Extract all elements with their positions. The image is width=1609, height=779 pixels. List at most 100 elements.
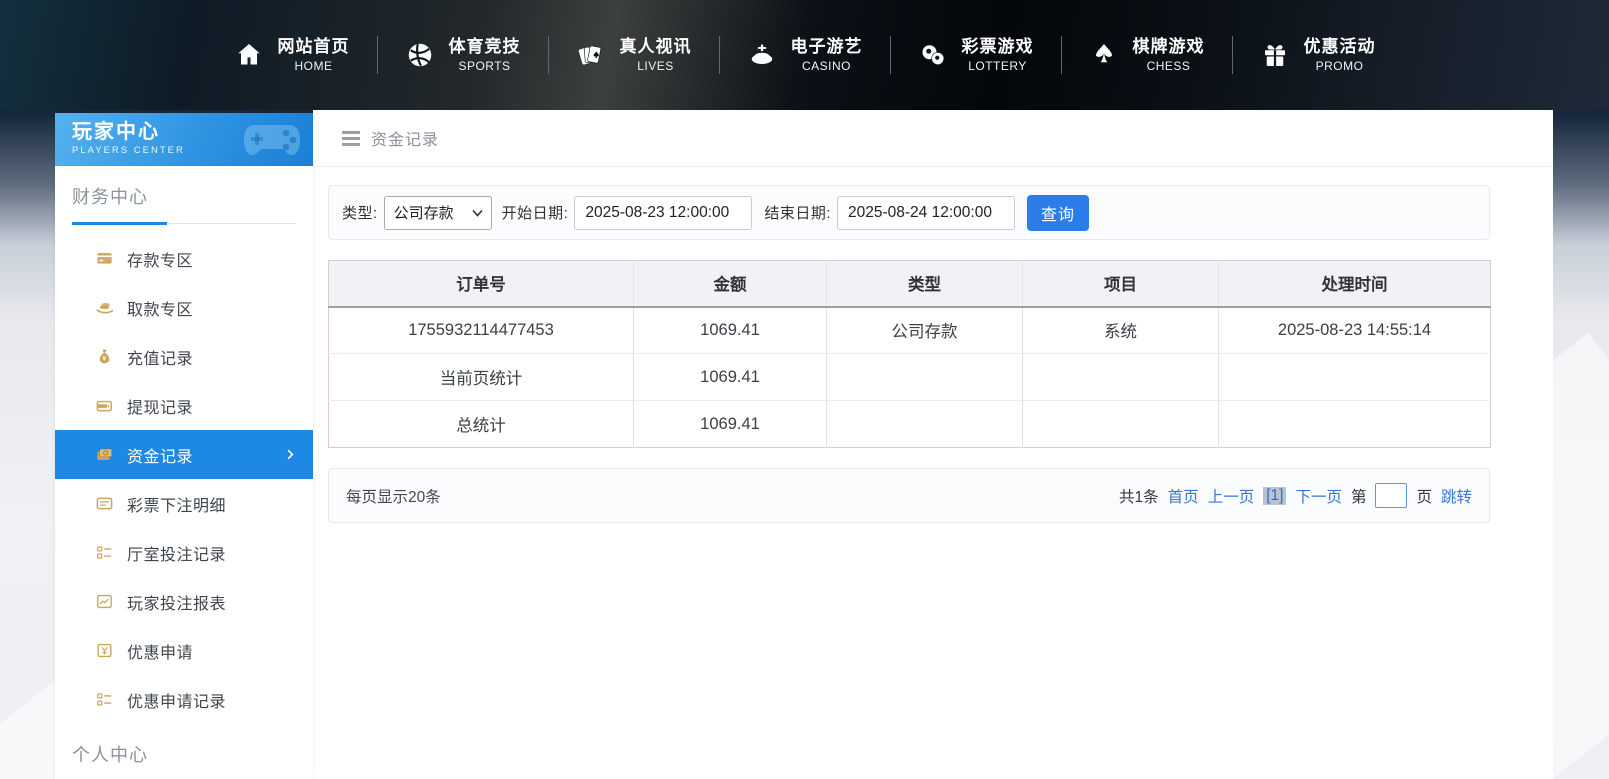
sidebar-item-promo-apply-records[interactable]: 优惠申请记录 [55,675,313,724]
main-nav: 网站首页 HOME 体育竞技 SPORTS 真人视讯 LIVES 电子游艺 CA… [207,36,1403,74]
home-icon [237,44,260,65]
nav-item-promo[interactable]: 优惠活动 PROMO [1233,36,1403,74]
lottery-balls-icon [922,45,944,65]
list-icon [97,693,112,706]
nav-item-sports[interactable]: 体育竞技 SPORTS [378,36,548,74]
type-select-value: 公司存款 [393,205,454,222]
cell-amount: 1069.41 [633,400,827,448]
nav-label-zh: 网站首页 [277,37,350,56]
cell-empty [1218,353,1491,401]
sidebar-section-personal: 个人中心 [72,745,148,765]
report-chart-icon [97,594,112,609]
sidebar-section-divider [72,221,296,225]
nav-label-zh: 彩票游戏 [961,37,1034,56]
sidebar-item-label: 取款专区 [127,301,194,319]
cell-project: 系统 [1022,306,1219,354]
svg-text:¥: ¥ [103,356,107,362]
wallet-icon [96,400,112,412]
ticket-icon [96,497,113,510]
sports-ball-icon [408,43,431,67]
main-panel: 资金记录 类型: 公司存款 开始日期: 结束日期: 查询 订单号 金 [313,110,1553,779]
col-order-no: 订单号 [328,260,634,308]
start-date-input[interactable] [574,195,753,230]
first-page-link[interactable]: 首页 [1168,485,1199,507]
table-row: 1755932114477453 1069.41 公司存款 系统 2025-08… [329,306,1491,354]
jump-link[interactable]: 跳转 [1441,485,1472,507]
sidebar-item-fund-records[interactable]: 资金记录 [55,430,313,479]
nav-label-zh: 电子游艺 [790,37,863,56]
sidebar-item-label: 彩票下注明细 [127,497,227,515]
nav-label-zh: 优惠活动 [1303,37,1376,56]
sidebar-item-player-bet-report[interactable]: 玩家投注报表 [55,577,313,626]
nav-label-zh: 体育竞技 [448,37,521,56]
sidebar: 玩家中心 PLAYERS CENTER 财务中心 存款专区 取款专区 ¥ 充值记… [55,113,313,779]
cell-empty [1022,400,1219,448]
next-page-link[interactable]: 下一页 [1295,485,1342,507]
chevron-right-icon [287,449,294,460]
type-select[interactable]: 公司存款 [383,195,492,230]
cell-amount: 1069.41 [633,306,827,354]
prev-page-link[interactable]: 上一页 [1208,485,1255,507]
start-date-label: 开始日期: [501,205,569,222]
sidebar-item-label: 玩家投注报表 [127,595,227,613]
sidebar-item-label: 优惠申请 [127,644,194,662]
col-process-time: 处理时间 [1218,260,1491,308]
cell-process-time: 2025-08-23 14:55:14 [1218,306,1491,354]
sidebar-item-lottery-bet-details[interactable]: 彩票下注明细 [55,479,313,528]
cell-label: 当前页统计 [328,353,634,401]
page-prefix: 第 [1350,488,1367,506]
cell-empty [826,400,1023,448]
nav-label-en: SPORTS [458,59,511,73]
total-count: 共1条 [1119,488,1159,506]
sidebar-item-deposit-zone[interactable]: 存款专区 [55,234,313,283]
moneybag-icon: ¥ [99,349,110,364]
playing-cards-icon [578,45,601,65]
nav-label-en: CHESS [1146,59,1191,73]
end-date-input[interactable] [837,195,1016,230]
hamburger-icon [342,128,360,149]
table-row-page-total: 当前页统计 1069.41 [328,353,1491,401]
gift-icon [1264,45,1285,66]
withdraw-hand-icon [96,302,114,314]
cell-order-no: 1755932114477453 [408,320,554,339]
roulette-icon [751,44,772,64]
table-header-row: 订单号 金额 类型 项目 处理时间 [328,260,1491,308]
page-title: 资金记录 [371,132,440,149]
nav-label-en: LOTTERY [968,59,1027,73]
query-button[interactable]: 查询 [1027,194,1090,231]
page-jump-input[interactable] [1375,483,1408,508]
sidebar-item-label: 充值记录 [127,350,194,368]
nav-label-zh: 棋牌游戏 [1132,37,1205,56]
records-table: 订单号 金额 类型 项目 处理时间 1755932114477453 1069.… [328,260,1491,448]
promo-apply-icon [97,643,112,658]
gamepad-icon [244,125,300,155]
content-area: 类型: 公司存款 开始日期: 结束日期: 查询 订单号 金额 类型 项目 [313,167,1553,523]
chevron-down-icon [472,209,483,217]
nav-item-casino[interactable]: 电子游艺 CASINO [720,36,890,74]
spade-icon [1095,44,1112,63]
top-header: 网站首页 HOME 体育竞技 SPORTS 真人视讯 LIVES 电子游艺 CA… [0,0,1609,110]
sidebar-item-recharge-records[interactable]: ¥ 充值记录 [55,332,313,381]
nav-item-home[interactable]: 网站首页 HOME [207,36,377,74]
list-icon [97,546,112,559]
col-amount: 金额 [633,260,827,308]
sidebar-item-promo-apply[interactable]: 优惠申请 [55,626,313,675]
sidebar-menu: 存款专区 取款专区 ¥ 充值记录 提现记录 资金记录 彩票下注明细 厅室投注记录… [55,234,313,724]
cell-empty [1218,400,1491,448]
sidebar-item-withdrawal-records[interactable]: 提现记录 [55,381,313,430]
nav-item-lottery[interactable]: 彩票游戏 LOTTERY [891,36,1061,74]
sidebar-item-room-bet-records[interactable]: 厅室投注记录 [55,528,313,577]
sidebar-item-label: 厅室投注记录 [127,546,227,564]
sidebar-item-label: 资金记录 [127,448,194,466]
cell-amount: 1069.41 [633,353,827,401]
sidebar-item-label: 存款专区 [127,252,194,270]
nav-item-chess[interactable]: 棋牌游戏 CHESS [1062,36,1232,74]
cell-empty [826,353,1023,401]
sidebar-item-withdraw-zone[interactable]: 取款专区 [55,283,313,332]
per-page-label: 每页显示20条 [346,488,441,506]
nav-item-lives[interactable]: 真人视讯 LIVES [549,36,719,74]
funds-wallet-icon [97,448,112,461]
col-project: 项目 [1022,260,1219,308]
sidebar-item-label: 优惠申请记录 [127,693,227,711]
type-label: 类型: [342,205,378,222]
